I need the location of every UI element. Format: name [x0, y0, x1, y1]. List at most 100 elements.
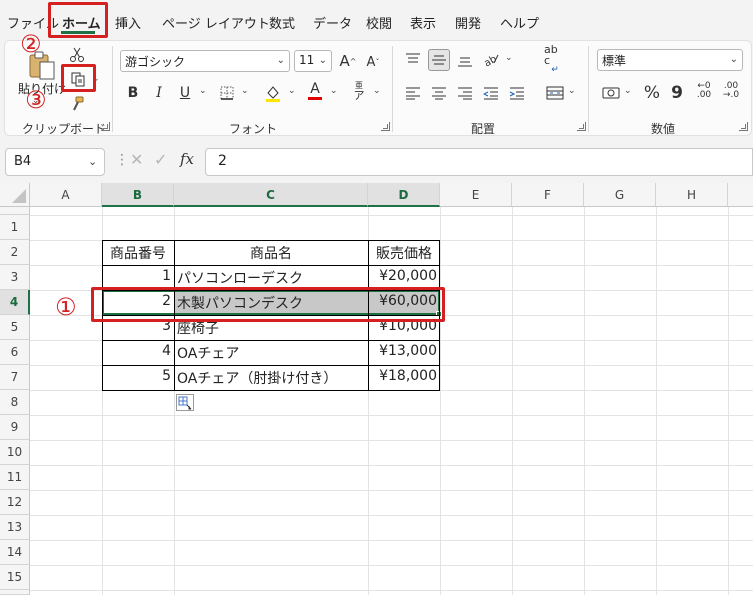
bold-button[interactable]: B [122, 82, 144, 104]
row-header-9[interactable]: 9 [0, 415, 30, 440]
font-name-select[interactable]: 游ゴシック ⌄ [120, 50, 290, 72]
grow-font-button[interactable]: A ^ [337, 50, 359, 72]
cancel-icon[interactable]: ✕ [130, 150, 143, 169]
font-size-select[interactable]: 11 ⌄ [294, 50, 332, 72]
row-header-6[interactable]: 6 [0, 340, 30, 365]
column-header-h[interactable]: H [656, 183, 728, 207]
row-header-3[interactable]: 3 [0, 265, 30, 290]
increase-indent-icon[interactable] [506, 82, 528, 104]
phonetic-guide-icon[interactable]: 亜 ア [348, 80, 370, 102]
column-header-d[interactable]: D [368, 183, 440, 207]
column-header-b[interactable]: B [102, 183, 174, 207]
font-color-button[interactable]: A [304, 80, 326, 102]
tab-page-layout[interactable]: ページ レイアウト [162, 13, 270, 32]
wrap-text-icon[interactable]: ab c ↵ [544, 44, 566, 75]
gridline [30, 415, 753, 416]
gridline [30, 540, 753, 541]
borders-dropdown-icon[interactable]: ⌄ [241, 86, 249, 96]
table-header-cell[interactable]: 商品番号 [102, 240, 174, 265]
decrease-indent-icon[interactable] [480, 82, 502, 104]
table-header-cell[interactable]: 商品名 [174, 240, 368, 265]
tab-insert[interactable]: 挿入 [115, 13, 141, 32]
row-header-16[interactable] [0, 590, 30, 595]
comma-style-button[interactable]: 9 [666, 82, 688, 104]
clipboard-launcher-icon[interactable] [101, 122, 110, 131]
row-header-12[interactable]: 12 [0, 490, 30, 515]
table-cell-number[interactable]: 5 [102, 365, 174, 390]
row-header-15[interactable]: 15 [0, 565, 30, 590]
currency-format-icon[interactable] [600, 82, 622, 104]
number-launcher-icon[interactable] [739, 122, 748, 131]
phonetic-dropdown-icon[interactable]: ⌄ [373, 86, 381, 96]
merge-center-icon[interactable] [544, 82, 566, 104]
table-cell-number[interactable]: 4 [102, 340, 174, 365]
shrink-font-button[interactable]: Aˇ [362, 51, 384, 73]
select-all-corner[interactable] [0, 183, 30, 207]
row-header-2[interactable]: 2 [0, 240, 30, 265]
orientation-icon[interactable]: ab [480, 48, 502, 70]
row-header-10[interactable]: 10 [0, 440, 30, 465]
align-right-icon[interactable] [454, 82, 476, 104]
table-cell-price[interactable]: ¥13,000 [368, 340, 440, 365]
insert-function-icon[interactable]: fx [180, 150, 194, 168]
fill-color-dropdown-icon[interactable]: ⌄ [288, 86, 296, 96]
enter-icon[interactable]: ✓ [154, 150, 167, 169]
align-middle-icon[interactable] [428, 49, 450, 71]
tab-help[interactable]: ヘルプ [500, 13, 539, 32]
column-header-e[interactable]: E [440, 183, 512, 207]
row-header-11[interactable]: 11 [0, 465, 30, 490]
font-color-dropdown-icon[interactable]: ⌄ [330, 86, 338, 96]
underline-dropdown-icon[interactable]: ⌄ [199, 86, 207, 96]
cut-icon[interactable] [66, 44, 88, 66]
number-group-label: 数値 [651, 122, 676, 136]
tab-view[interactable]: 表示 [410, 13, 436, 32]
gridline [30, 215, 753, 216]
decrease-decimal-button[interactable]: .00 →.0 [720, 80, 742, 102]
column-header-a[interactable]: A [30, 183, 102, 207]
quick-analysis-icon[interactable] [176, 394, 194, 411]
percent-button[interactable]: % [641, 82, 663, 104]
align-top-icon[interactable] [402, 49, 424, 71]
merge-dropdown-icon[interactable]: ⌄ [568, 86, 576, 96]
row-header-4[interactable]: 4 [0, 290, 30, 315]
tab-developer[interactable]: 開発 [455, 13, 481, 32]
column-header-f[interactable]: F [512, 183, 584, 207]
orientation-dropdown-icon[interactable]: ⌄ [505, 53, 513, 63]
number-format-select[interactable]: 標準 ⌄ [597, 49, 743, 71]
currency-dropdown-icon[interactable]: ⌄ [624, 86, 632, 96]
format-painter-icon[interactable] [66, 93, 88, 115]
formula-buttons: ✕ ✓ fx [128, 148, 200, 176]
column-header-c[interactable]: C [174, 183, 368, 207]
increase-decimal-button[interactable]: ←0 .00 [693, 80, 715, 102]
row-header-partial[interactable] [0, 207, 30, 215]
borders-icon[interactable] [216, 82, 238, 104]
formula-input[interactable]: 2 [205, 148, 753, 176]
chevron-down-icon: ⌄ [729, 54, 738, 65]
table-cell-price[interactable]: ¥18,000 [368, 365, 440, 390]
tab-formulas[interactable]: 数式 [269, 13, 295, 32]
table-cell-name[interactable]: OAチェア [174, 340, 368, 365]
tab-review[interactable]: 校閲 [366, 13, 392, 32]
column-header-g[interactable]: G [584, 183, 656, 207]
row-header-5[interactable]: 5 [0, 315, 30, 340]
ribbon-tab-bar: ファイル ホーム 挿入 ページ レイアウト 数式 データ 校閲 表示 開発 ヘル… [0, 0, 753, 40]
row-header-1[interactable]: 1 [0, 215, 30, 240]
row-header-8[interactable]: 8 [0, 390, 30, 415]
name-box-dropdown-icon[interactable]: ⌄ [88, 155, 97, 168]
alignment-launcher-icon[interactable] [577, 122, 586, 131]
italic-button[interactable]: I [148, 82, 170, 104]
underline-button[interactable]: U [174, 82, 196, 104]
align-center-icon[interactable] [428, 82, 450, 104]
fill-color-icon[interactable] [262, 82, 284, 104]
row-header-7[interactable]: 7 [0, 365, 30, 390]
align-left-icon[interactable] [402, 82, 424, 104]
row-header-14[interactable]: 14 [0, 540, 30, 565]
table-cell-name[interactable]: OAチェア（肘掛け付き） [174, 365, 368, 390]
align-bottom-icon[interactable] [454, 49, 476, 71]
row-header-13[interactable]: 13 [0, 515, 30, 540]
more-options-icon[interactable]: ⋮ [115, 152, 129, 168]
font-launcher-icon[interactable] [381, 122, 390, 131]
column-header-next[interactable] [728, 183, 753, 207]
table-header-cell[interactable]: 販売価格 [368, 240, 440, 265]
tab-data[interactable]: データ [313, 13, 352, 32]
